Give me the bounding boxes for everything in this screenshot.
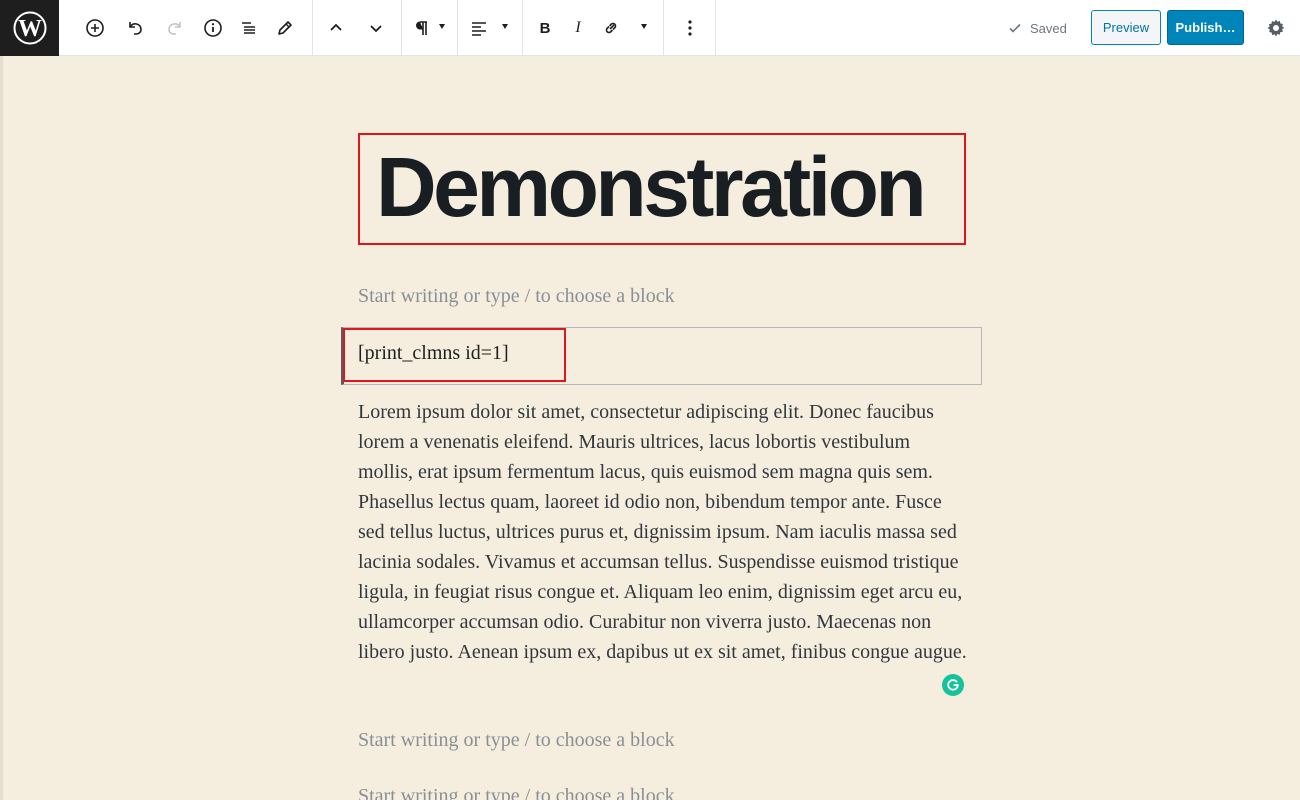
outline-button[interactable] xyxy=(231,10,267,46)
saved-status: Saved xyxy=(1008,18,1067,38)
paragraph-block[interactable]: Lorem ipsum dolor sit amet, consectetur … xyxy=(358,397,970,667)
more-formatting-chevron-icon[interactable] xyxy=(641,24,647,29)
toolbar-divider xyxy=(663,0,664,56)
bold-icon: B xyxy=(539,19,551,37)
italic-icon: I xyxy=(575,19,581,36)
align-left-icon xyxy=(472,22,486,36)
empty-block-placeholder[interactable]: Start writing or type / to choose a bloc… xyxy=(358,785,675,800)
gear-icon xyxy=(1267,19,1285,37)
empty-block-placeholder[interactable]: Start writing or type / to choose a bloc… xyxy=(358,729,675,752)
bold-button[interactable]: B xyxy=(527,10,563,46)
preview-button[interactable]: Preview xyxy=(1091,10,1161,45)
info-icon xyxy=(204,19,222,37)
chevron-up-icon xyxy=(330,23,342,31)
paragraph-icon xyxy=(416,21,427,35)
toolbar-divider xyxy=(522,0,523,56)
more-options-button[interactable] xyxy=(672,10,708,46)
editor-left-border xyxy=(0,56,3,800)
publish-button[interactable]: Publish… xyxy=(1167,10,1244,45)
add-block-button[interactable] xyxy=(77,10,113,46)
saved-label: Saved xyxy=(1030,20,1067,36)
toolbar-divider xyxy=(715,0,716,56)
align-button[interactable] xyxy=(462,10,496,46)
wordpress-logo-icon[interactable]: W xyxy=(0,0,59,56)
tools-button[interactable] xyxy=(267,10,303,46)
grammarly-icon[interactable] xyxy=(942,674,964,696)
move-up-button[interactable] xyxy=(318,10,354,46)
checkmark-icon xyxy=(1009,23,1021,33)
pencil-icon xyxy=(278,21,292,35)
chevron-down-icon xyxy=(502,24,508,29)
block-type-button[interactable] xyxy=(405,10,437,46)
undo-button[interactable] xyxy=(117,10,153,46)
link-icon xyxy=(605,22,617,34)
more-vertical-icon xyxy=(688,20,692,36)
shortcode-text[interactable]: [print_clmns id=1] xyxy=(358,342,509,365)
toolbar-divider xyxy=(401,0,402,56)
redo-icon xyxy=(168,22,181,35)
italic-button[interactable]: I xyxy=(560,10,596,46)
toolbar-divider xyxy=(312,0,313,56)
empty-block-placeholder[interactable]: Start writing or type / to choose a bloc… xyxy=(358,285,675,308)
chevron-down-icon xyxy=(370,25,382,33)
post-title-block[interactable]: Demonstration xyxy=(358,133,966,245)
chevron-down-icon xyxy=(439,24,445,29)
undo-icon xyxy=(129,22,142,35)
redo-button[interactable] xyxy=(157,10,193,46)
list-outline-icon xyxy=(242,22,255,34)
toolbar-divider xyxy=(457,0,458,56)
info-button[interactable] xyxy=(195,10,231,46)
plus-circle-icon xyxy=(86,19,104,37)
move-down-button[interactable] xyxy=(358,10,394,46)
post-title[interactable]: Demonstration xyxy=(376,139,927,235)
settings-button[interactable] xyxy=(1262,14,1290,42)
svg-text:W: W xyxy=(18,16,42,42)
link-button[interactable] xyxy=(593,10,629,46)
editor-header-toolbar: W B I Saved Preview Publish… xyxy=(0,0,1300,56)
